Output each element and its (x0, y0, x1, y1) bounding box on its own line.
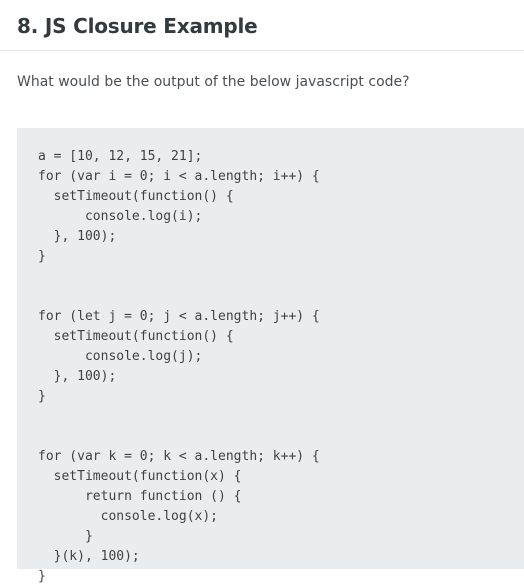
code-line: setTimeout(function() { (38, 189, 234, 204)
code-line: console.log(j); (38, 349, 203, 364)
question-text: What would be the output of the below ja… (17, 74, 410, 90)
code-line: console.log(x); (38, 509, 219, 524)
code-line: }, 100); (38, 229, 117, 244)
code-line: setTimeout(function(x) { (38, 469, 242, 484)
code-line: setTimeout(function() { (38, 329, 234, 344)
code-line: console.log(i); (38, 209, 203, 224)
code-block: a = [10, 12, 15, 21]; for (var i = 0; i <… (17, 128, 524, 584)
code-line: }(k), 100); (38, 549, 140, 564)
code-line: } (38, 389, 46, 404)
code-line: } (38, 249, 46, 264)
code-line: for (var i = 0; i < a.length; i++) { (38, 169, 320, 184)
code-line: } (38, 569, 46, 584)
title-divider (0, 50, 524, 51)
code-line: }, 100); (38, 369, 117, 384)
code-line: for (let j = 0; j < a.length; j++) { (38, 309, 320, 324)
code-line: for (var k = 0; k < a.length; k++) { (38, 449, 320, 464)
code-listing: a = [10, 12, 15, 21]; for (var i = 0; i <… (38, 147, 524, 587)
code-line: return function () { (38, 489, 242, 504)
code-line: a = [10, 12, 15, 21]; (38, 149, 203, 164)
page-title: 8. JS Closure Example (17, 14, 258, 38)
code-line: } (38, 529, 93, 544)
